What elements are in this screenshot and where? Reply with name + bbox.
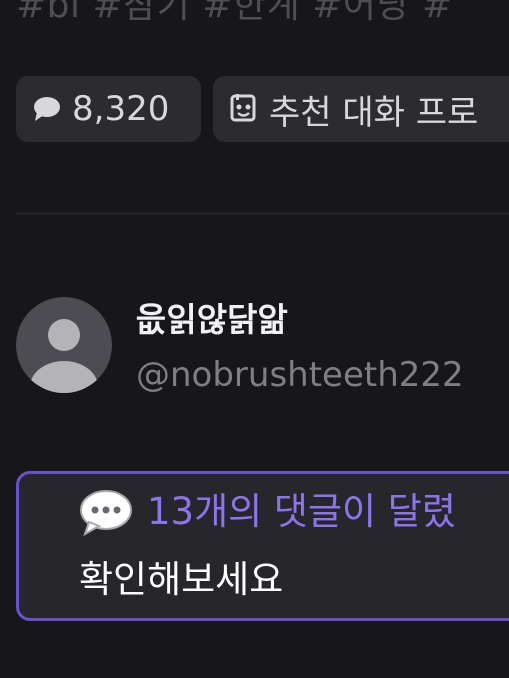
profile-card[interactable]: 읎읽않닭앎 @nobrushteeth222 [16, 297, 464, 397]
chip-row: 8,320 추천 대화 프로 [16, 76, 509, 142]
notice-title-row: 13개의 댓글이 달렸 [79, 488, 456, 537]
recommend-chat-chip[interactable]: 추천 대화 프로 [213, 76, 509, 142]
comment-notice-banner[interactable]: 13개의 댓글이 달렸 확인해보세요 [16, 471, 509, 621]
speech-bubble-icon [79, 488, 133, 537]
chat-bubble-icon [32, 95, 62, 123]
recommend-chat-label: 추천 대화 프로 [269, 92, 479, 133]
profile-text: 읎읽않닭앎 @nobrushteeth222 [136, 299, 464, 397]
screen: #bl #참기 #한계 #어당 # 8,320 추천 대화 프로 읎읽않닭앎 @… [0, 0, 509, 678]
robot-face-icon [229, 93, 259, 125]
default-user-avatar-icon[interactable] [16, 297, 112, 393]
notice-body: 확인해보세요 [79, 558, 284, 601]
comment-count: 8,320 [72, 89, 170, 129]
divider [16, 212, 509, 215]
user-handle: @nobrushteeth222 [136, 355, 464, 395]
notice-title: 13개의 댓글이 달렸 [147, 490, 456, 533]
display-name: 읎읽않닭앎 [136, 300, 288, 339]
comment-count-chip[interactable]: 8,320 [16, 76, 201, 142]
hashtag-list[interactable]: #bl #참기 #한계 #어당 # [16, 0, 453, 30]
